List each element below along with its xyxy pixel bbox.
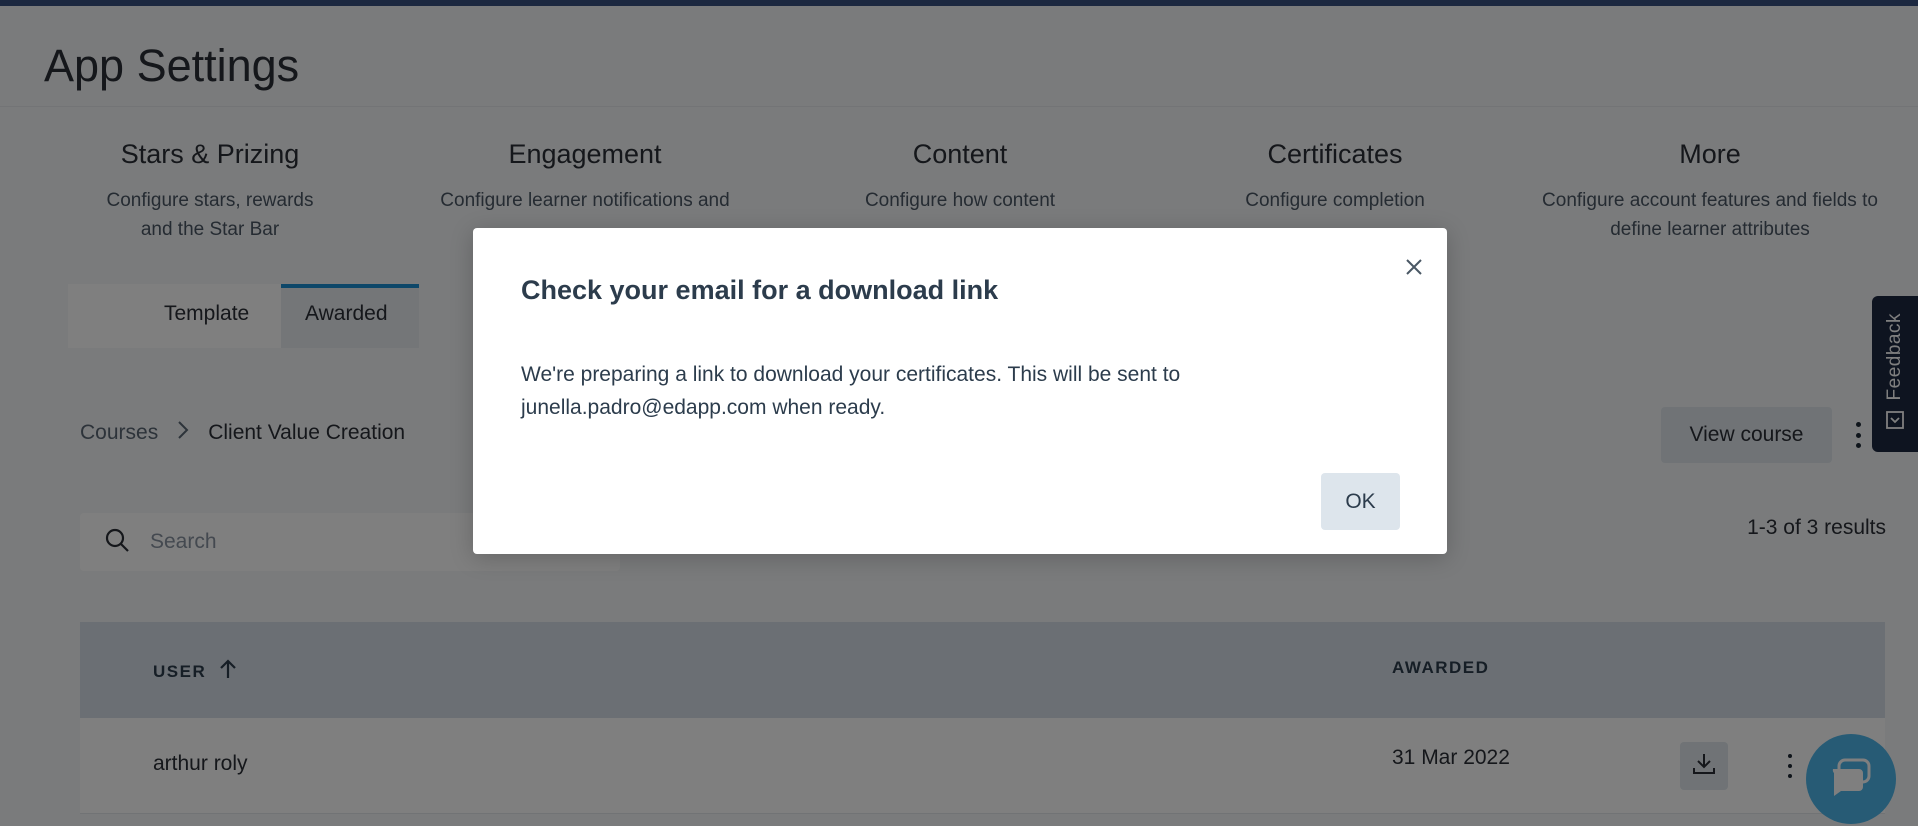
download-link-dialog: Check your email for a download link We'… — [473, 228, 1447, 554]
dialog-title: Check your email for a download link — [521, 275, 999, 305]
ok-button[interactable]: OK — [1321, 473, 1400, 530]
dialog-message: We're preparing a link to download your … — [521, 358, 1341, 424]
close-icon[interactable] — [1401, 254, 1427, 280]
dialog-message-line2: junella.padro@edapp.com when ready. — [521, 396, 886, 419]
dialog-message-line1: We're preparing a link to download your … — [521, 363, 1181, 386]
